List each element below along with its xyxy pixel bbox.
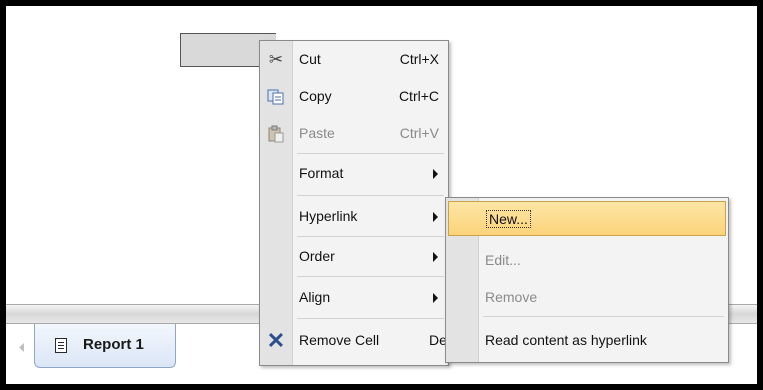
- menu-item-shortcut: Ctrl+X: [399, 51, 439, 67]
- submenu-item-label: Remove: [485, 289, 538, 305]
- paste-icon: [265, 124, 287, 144]
- submenu-item-new[interactable]: New...: [448, 201, 726, 236]
- tab-report-1[interactable]: Report 1: [34, 324, 176, 368]
- submenu-arrow-icon: [433, 212, 438, 222]
- menu-separator: [297, 195, 444, 196]
- submenu-item-remove[interactable]: Remove: [446, 279, 728, 316]
- hyperlink-submenu: New... Edit... Remove Read content as hy…: [445, 197, 729, 363]
- submenu-item-edit[interactable]: Edit...: [446, 242, 728, 279]
- menu-separator: [297, 276, 444, 277]
- submenu-separator: [483, 316, 724, 317]
- remove-x-icon: ✕: [266, 328, 286, 353]
- submenu-item-label: New...: [486, 210, 531, 228]
- menu-item-cut[interactable]: ✂ Cut Ctrl+X: [260, 41, 448, 78]
- menu-item-shortcut: Ctrl+C: [398, 88, 439, 104]
- tab-label: Report 1: [83, 336, 144, 353]
- menu-item-label: Order: [299, 248, 335, 264]
- submenu-item-read-content-as-hyperlink[interactable]: Read content as hyperlink: [446, 322, 728, 359]
- menu-separator: [297, 318, 444, 319]
- scissors-icon: ✂: [268, 50, 284, 69]
- copy-icon: [265, 87, 287, 107]
- menu-separator: [297, 153, 444, 154]
- menu-item-remove-cell[interactable]: ✕ Remove Cell Del: [260, 322, 450, 359]
- submenu-arrow-icon: [433, 252, 438, 262]
- menu-item-copy[interactable]: Copy Ctrl+C: [260, 78, 448, 115]
- submenu-item-label: Read content as hyperlink: [485, 332, 647, 348]
- menu-item-shortcut: Ctrl+V: [399, 125, 439, 141]
- submenu-item-label: Edit...: [485, 252, 521, 268]
- menu-item-paste[interactable]: Paste Ctrl+V: [260, 115, 448, 152]
- menu-item-label: Copy: [299, 88, 332, 104]
- menu-item-format[interactable]: Format: [260, 155, 448, 192]
- submenu-arrow-icon: [433, 169, 438, 179]
- menu-item-label: Format: [299, 165, 344, 181]
- document-icon: [55, 338, 67, 353]
- menu-item-label: Align: [299, 289, 331, 305]
- menu-separator: [297, 236, 444, 237]
- menu-item-align[interactable]: Align: [260, 279, 448, 316]
- menu-item-label: Cut: [299, 51, 321, 67]
- submenu-arrow-icon: [433, 293, 438, 303]
- menu-item-label: Remove Cell: [299, 332, 380, 348]
- tab-scroll-left-icon[interactable]: ⏴: [14, 334, 30, 362]
- menu-item-label: Paste: [299, 125, 335, 141]
- menu-item-hyperlink[interactable]: Hyperlink: [260, 198, 448, 235]
- context-menu: ✂ Cut Ctrl+X Copy Ctrl+C Paste Ctrl+V Fo…: [259, 40, 450, 366]
- menu-item-label: Hyperlink: [299, 208, 358, 224]
- menu-item-order[interactable]: Order: [260, 238, 448, 275]
- submenu-item-label-wrap: New...: [486, 210, 531, 228]
